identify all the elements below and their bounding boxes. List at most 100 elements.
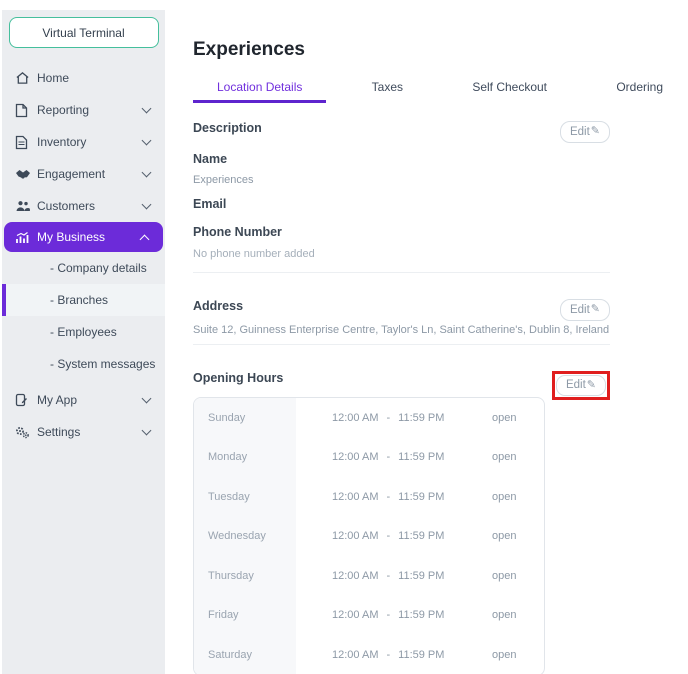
- chevron-down-icon: [142, 168, 152, 178]
- sidebar-subitem-branches[interactable]: - Branches: [2, 284, 165, 316]
- phone-label: Phone Number: [193, 225, 610, 239]
- chevron-down-icon: [142, 104, 152, 114]
- sidebar-item-home[interactable]: Home: [2, 62, 165, 94]
- hours-row-monday: Monday 12:00 AM-11:59 PM open: [194, 438, 544, 478]
- opening-hours-table: Sunday 12:00 AM-11:59 PM open Monday 12:…: [193, 397, 545, 674]
- pencil-icon: ✎: [591, 304, 600, 315]
- day-cell: Saturday: [194, 635, 296, 674]
- sidebar-item-label: Reporting: [37, 103, 143, 117]
- edit-description-button[interactable]: Edit✎: [560, 121, 610, 143]
- my-app-icon: [15, 393, 37, 407]
- phone-value: No phone number added: [193, 248, 610, 260]
- time-cell: 12:00 AM-11:59 PM: [332, 635, 492, 674]
- sidebar-item-label: Inventory: [37, 135, 143, 149]
- chevron-down-icon: [142, 200, 152, 210]
- sidebar-item-label: Engagement: [37, 167, 143, 181]
- time-cell: 12:00 AM-11:59 PM: [332, 517, 492, 557]
- time-cell: 12:00 AM-11:59 PM: [332, 596, 492, 636]
- name-value: Experiences: [193, 174, 610, 186]
- day-cell: Thursday: [194, 556, 296, 596]
- page-title: Experiences: [193, 38, 688, 61]
- tab-location-details[interactable]: Location Details: [193, 80, 326, 103]
- email-label: Email: [193, 197, 610, 211]
- hours-row-sunday: Sunday 12:00 AM-11:59 PM open: [194, 398, 544, 438]
- engagement-icon: [15, 168, 37, 180]
- day-cell: Monday: [194, 438, 296, 478]
- opening-hours-row: Opening Hours Edit✎: [193, 371, 610, 400]
- sidebar-item-settings[interactable]: Settings: [2, 416, 165, 448]
- sidebar-item-customers[interactable]: Customers: [2, 190, 165, 222]
- tab-taxes[interactable]: Taxes: [348, 80, 427, 103]
- business-icon: [15, 231, 37, 244]
- chevron-down-icon: [142, 136, 152, 146]
- pencil-icon: ✎: [591, 126, 600, 137]
- status-cell: open: [492, 477, 516, 517]
- sidebar-item-engagement[interactable]: Engagement: [2, 158, 165, 190]
- hours-row-wednesday: Wednesday 12:00 AM-11:59 PM open: [194, 517, 544, 557]
- highlight-red-box: Edit✎: [552, 371, 610, 400]
- page: Virtual Terminal Home Reporting Inve: [0, 0, 688, 674]
- sidebar-subitem-label: - System messages: [50, 357, 155, 371]
- tab-bar: Location Details Taxes Self Checkout Ord…: [193, 80, 687, 103]
- time-cell: 12:00 AM-11:59 PM: [332, 556, 492, 596]
- edit-address-button[interactable]: Edit✎: [560, 299, 610, 321]
- address-row: Address Edit✎: [193, 299, 610, 321]
- sidebar-subitem-system-messages[interactable]: - System messages: [2, 348, 165, 380]
- reporting-icon: [15, 103, 37, 118]
- pencil-icon: ✎: [587, 380, 596, 391]
- tab-self-checkout[interactable]: Self Checkout: [448, 80, 571, 103]
- chevron-down-icon: [142, 426, 152, 436]
- sidebar-item-label: Home: [37, 71, 153, 85]
- status-cell: open: [492, 517, 516, 557]
- sidebar-item-label: Settings: [37, 425, 143, 439]
- hours-row-tuesday: Tuesday 12:00 AM-11:59 PM open: [194, 477, 544, 517]
- description-label: Description: [193, 121, 262, 135]
- sidebar-item-reporting[interactable]: Reporting: [2, 94, 165, 126]
- status-cell: open: [492, 596, 516, 636]
- sidebar-subitem-label: - Branches: [50, 293, 108, 307]
- status-cell: open: [492, 556, 516, 596]
- sidebar-item-inventory[interactable]: Inventory: [2, 126, 165, 158]
- location-details-panel: Description Edit✎ Name Experiences Email…: [193, 121, 610, 674]
- chevron-up-icon: [140, 234, 150, 244]
- sidebar-item-label: Customers: [37, 199, 143, 213]
- name-label: Name: [193, 152, 610, 166]
- day-cell: Sunday: [194, 398, 296, 438]
- section-divider: [193, 344, 610, 345]
- hours-row-saturday: Saturday 12:00 AM-11:59 PM open: [194, 635, 544, 674]
- day-cell: Wednesday: [194, 517, 296, 557]
- sidebar-subitem-employees[interactable]: - Employees: [2, 316, 165, 348]
- address-value: Suite 12, Guinness Enterprise Centre, Ta…: [193, 324, 610, 336]
- day-cell: Friday: [194, 596, 296, 636]
- hours-row-thursday: Thursday 12:00 AM-11:59 PM open: [194, 556, 544, 596]
- chevron-down-icon: [142, 394, 152, 404]
- sidebar-item-my-app[interactable]: My App: [2, 384, 165, 416]
- address-label: Address: [193, 299, 243, 313]
- sidebar-subitem-label: - Company details: [50, 261, 147, 275]
- main-content: Experiences Location Details Taxes Self …: [165, 0, 688, 674]
- virtual-terminal-button[interactable]: Virtual Terminal: [9, 17, 159, 48]
- status-cell: open: [492, 438, 516, 478]
- time-cell: 12:00 AM-11:59 PM: [332, 398, 492, 438]
- section-divider: [193, 272, 610, 273]
- tab-ordering[interactable]: Ordering: [592, 80, 687, 103]
- sidebar-item-label: My App: [37, 393, 143, 407]
- status-cell: open: [492, 635, 516, 674]
- sidebar-nav: Home Reporting Inventory E: [2, 62, 165, 448]
- settings-icon: [15, 426, 37, 439]
- hours-row-friday: Friday 12:00 AM-11:59 PM open: [194, 596, 544, 636]
- day-cell: Tuesday: [194, 477, 296, 517]
- opening-hours-label: Opening Hours: [193, 371, 283, 385]
- home-icon: [15, 71, 37, 85]
- sidebar-subitem-label: - Employees: [50, 325, 117, 339]
- inventory-icon: [15, 135, 37, 150]
- edit-opening-hours-button[interactable]: Edit✎: [556, 375, 606, 396]
- status-cell: open: [492, 398, 516, 438]
- time-cell: 12:00 AM-11:59 PM: [332, 438, 492, 478]
- time-cell: 12:00 AM-11:59 PM: [332, 477, 492, 517]
- sidebar-subitem-company-details[interactable]: - Company details: [2, 252, 165, 284]
- sidebar-item-label: My Business: [37, 230, 141, 244]
- customers-icon: [15, 200, 37, 212]
- description-row: Description Edit✎: [193, 121, 610, 143]
- sidebar-item-my-business[interactable]: My Business: [4, 222, 163, 252]
